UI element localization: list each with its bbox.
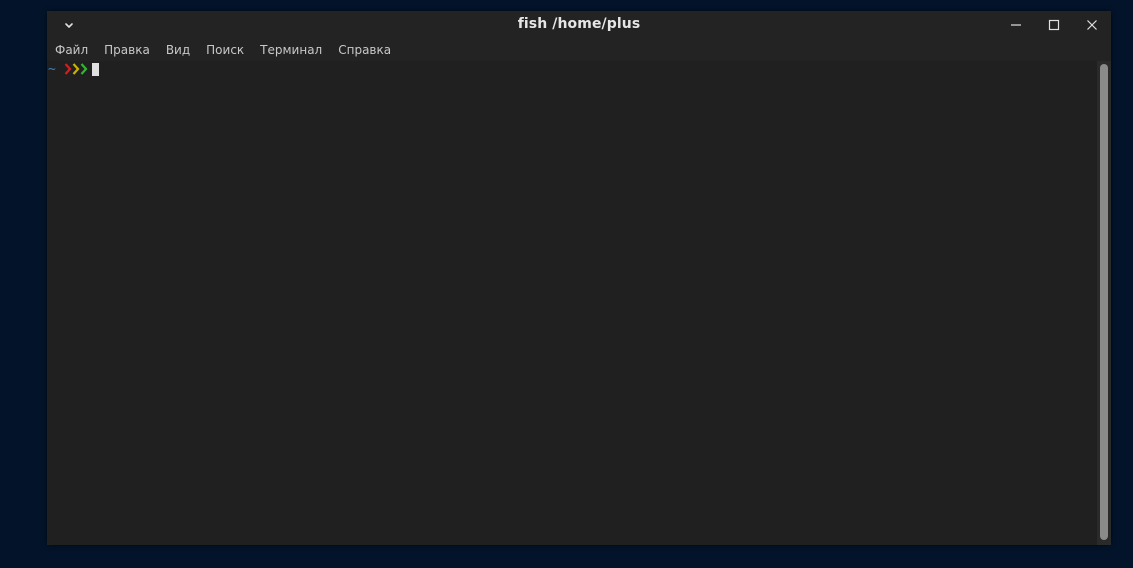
prompt-chevron-red xyxy=(64,63,72,75)
prompt-cwd: ~ xyxy=(48,61,56,77)
window-controls xyxy=(997,11,1111,39)
menu-help[interactable]: Справка xyxy=(330,39,399,61)
close-icon xyxy=(1087,20,1097,30)
terminal-area[interactable]: ~ xyxy=(47,61,1097,545)
menu-edit[interactable]: Правка xyxy=(96,39,158,61)
text-cursor xyxy=(92,62,99,76)
terminal-window: fish /home/plus Файл Правка Вид Поиск Те… xyxy=(47,11,1111,545)
menu-bar: Файл Правка Вид Поиск Терминал Справка xyxy=(47,39,1111,61)
minimize-icon xyxy=(1011,24,1021,26)
desktop: fish /home/plus Файл Правка Вид Поиск Те… xyxy=(0,0,1133,568)
menu-terminal[interactable]: Терминал xyxy=(252,39,330,61)
title-bar[interactable]: fish /home/plus xyxy=(47,11,1111,39)
maximize-button[interactable] xyxy=(1035,11,1073,39)
prompt-chevrons xyxy=(64,62,88,76)
window-title: fish /home/plus xyxy=(517,16,641,32)
menu-view[interactable]: Вид xyxy=(158,39,198,61)
menu-file[interactable]: Файл xyxy=(47,39,96,61)
vertical-scrollbar[interactable] xyxy=(1097,61,1111,545)
prompt-line: ~ xyxy=(48,61,99,77)
minimize-button[interactable] xyxy=(997,11,1035,39)
prompt-chevron-yellow xyxy=(72,63,80,75)
menu-search[interactable]: Поиск xyxy=(198,39,252,61)
scrollbar-thumb[interactable] xyxy=(1100,64,1108,540)
prompt-chevron-green xyxy=(80,63,88,75)
close-button[interactable] xyxy=(1073,11,1111,39)
maximize-icon xyxy=(1048,19,1060,31)
